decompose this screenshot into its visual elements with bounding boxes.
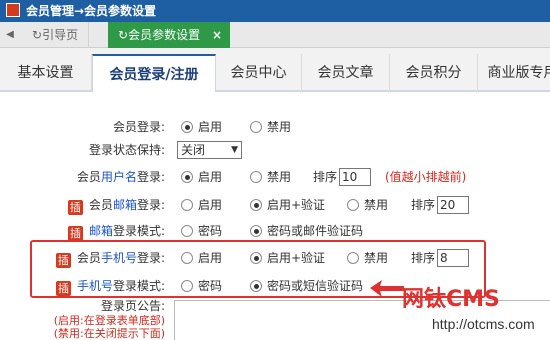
arrow-icon — [370, 280, 404, 297]
email-enable-label: 启用 — [198, 198, 223, 212]
app-icon — [6, 3, 20, 17]
row-username-login: 会员用户名登录: 启用 禁用 排序 10 (值越小排越前) — [0, 164, 550, 190]
tab-commercial[interactable]: 商业版专用 — [478, 54, 550, 92]
username-disable-radio[interactable] — [250, 171, 262, 183]
tab-basic-settings[interactable]: 基本设置 — [0, 54, 92, 92]
login-notice-hint-1: (启用:在登录表单底部) — [53, 314, 165, 327]
username-sort-label: 排序 — [313, 170, 338, 184]
username-sort-input[interactable]: 10 — [339, 168, 371, 186]
login-notice-hint-2: (禁用:在关闭提示下面) — [53, 327, 165, 340]
top-tab-bar: ◀ ↻引导页 ↻会员参数设置 × — [0, 22, 550, 48]
email-sort-label: 排序 — [411, 198, 436, 212]
close-tab-icon[interactable]: × — [212, 22, 222, 48]
tab-member-params-label: 会员参数设置 — [128, 28, 201, 42]
username-disable-label: 禁用 — [267, 170, 292, 184]
keep-login-value: 关闭 — [181, 143, 206, 157]
email-enable-verify-radio[interactable] — [250, 199, 262, 211]
plugin-badge: 插 — [67, 200, 83, 215]
email-enable-radio[interactable] — [181, 199, 193, 211]
refresh-icon: ↻ — [118, 28, 129, 42]
username-enable-label: 启用 — [198, 170, 223, 184]
watermark-brand: 网钛CMS — [402, 287, 500, 312]
dropdown-arrow-icon: ▼ — [231, 145, 238, 155]
watermark-url: http://otcms.com — [432, 316, 535, 332]
keep-login-label: 登录状态保持: — [88, 143, 165, 157]
login-notice-label: 登录页公告: — [100, 299, 165, 313]
tab-member-points[interactable]: 会员积分 — [390, 54, 478, 92]
email-mode-code-radio[interactable] — [250, 225, 262, 237]
tab-member-articles[interactable]: 会员文章 — [302, 54, 390, 92]
member-login-enable-radio[interactable] — [181, 121, 193, 133]
row-keep-login: 登录状态保持: 关闭 ▼ — [0, 137, 550, 163]
tab-member-params[interactable]: ↻会员参数设置 × — [108, 22, 230, 48]
window-title-bar: 会员管理→会员参数设置 — [0, 0, 550, 22]
refresh-icon: ↻ — [32, 28, 43, 42]
email-disable-radio[interactable] — [347, 199, 359, 211]
row-email-login: 插会员邮箱登录: 启用 启用+验证 禁用 排序 20 — [0, 192, 550, 218]
tab-login-register[interactable]: 会员登录/注册 — [92, 54, 216, 94]
username-login-label: 会员用户名登录: — [76, 170, 165, 184]
keep-login-select[interactable]: 关闭 ▼ — [177, 141, 242, 159]
plugin-badge: 插 — [67, 226, 83, 241]
email-enable-verify-label: 启用+验证 — [267, 198, 326, 212]
member-login-disable-radio[interactable] — [250, 121, 262, 133]
tab-guide[interactable]: ↻引导页 — [22, 22, 90, 48]
tab-scroll-left-icon[interactable]: ◀ — [0, 22, 20, 48]
username-enable-radio[interactable] — [181, 171, 193, 183]
tab-member-center[interactable]: 会员中心 — [216, 54, 302, 92]
email-sort-input[interactable]: 20 — [437, 196, 469, 214]
email-mode-password-radio[interactable] — [181, 225, 193, 237]
settings-tabs: 基本设置 会员登录/注册 会员中心 会员文章 会员积分 商业版专用 — [0, 48, 550, 94]
window-title: 会员管理→会员参数设置 — [26, 4, 157, 18]
tab-guide-label: 引导页 — [42, 28, 79, 42]
sort-note: (值越小排越前) — [385, 170, 467, 184]
email-login-label: 插会员邮箱登录: — [67, 198, 165, 215]
email-disable-label: 禁用 — [364, 198, 389, 212]
